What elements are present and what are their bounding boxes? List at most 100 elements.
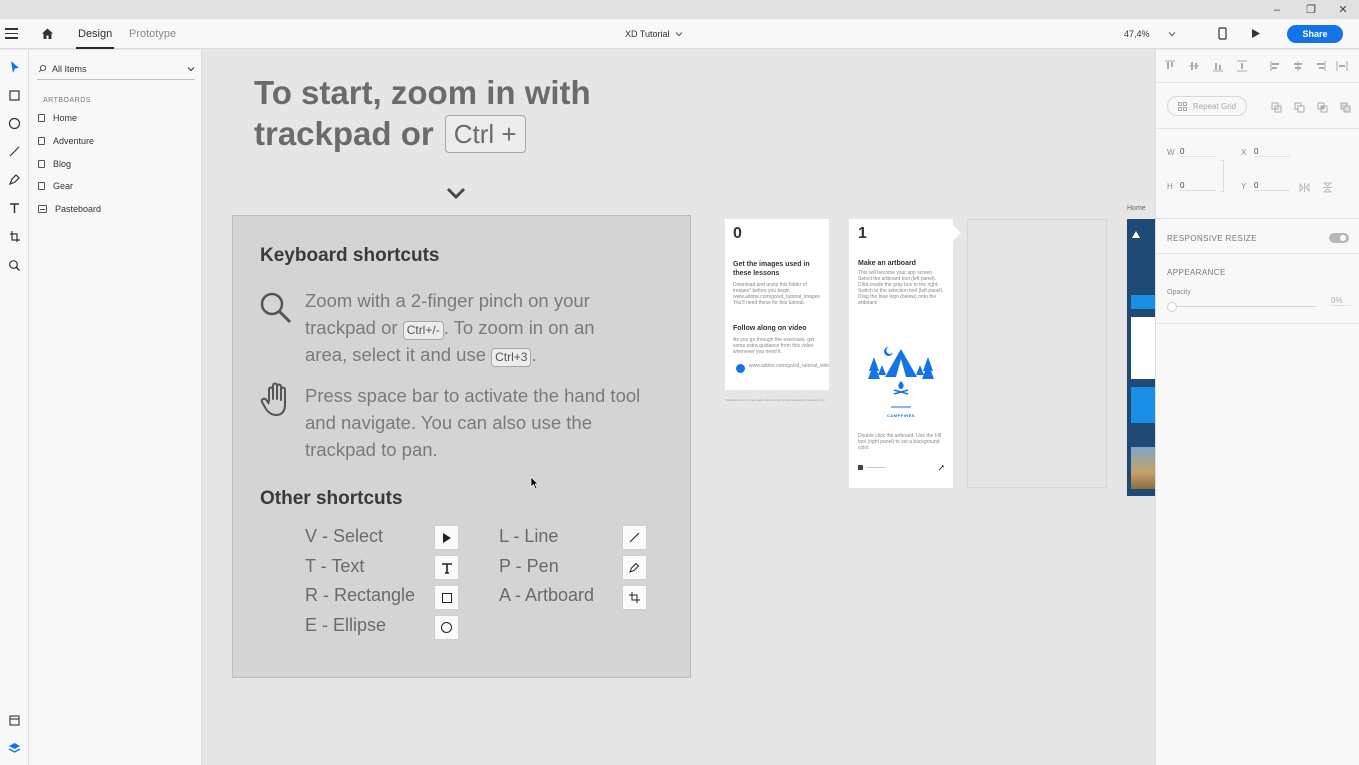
repeat-grid-button[interactable]: Repeat Grid	[1167, 96, 1247, 116]
zoom-chevron-down-icon[interactable]	[1168, 31, 1176, 37]
align-left-icon[interactable]	[1270, 60, 1282, 72]
tab-design[interactable]: Design	[75, 19, 115, 49]
responsive-resize-toggle[interactable]	[1329, 233, 1349, 243]
distribute-horizontal-icon[interactable]	[1336, 60, 1348, 72]
zoom-tool-icon[interactable]	[4, 255, 25, 276]
zoom-text-line: area, select it and use	[305, 344, 486, 365]
repeat-grid-label: Repeat Grid	[1192, 101, 1237, 111]
artboard-icon	[38, 114, 45, 122]
rectangle-shortcut-icon	[434, 585, 459, 610]
boolean-add-icon[interactable]	[1270, 101, 1282, 113]
line-tool-icon[interactable]	[4, 141, 25, 162]
shortcut-select: V - Select	[305, 526, 384, 546]
pan-text-line: and navigate. You can also use the	[305, 412, 592, 433]
artboard-icon	[38, 160, 45, 168]
hand-icon	[260, 382, 286, 416]
toggle-knob	[1340, 235, 1346, 241]
share-button[interactable]: Share	[1287, 25, 1343, 43]
document-title[interactable]: XD Tutorial	[625, 19, 683, 49]
aspect-lock-icon[interactable]	[1220, 160, 1224, 192]
width-input[interactable]: 0	[1180, 147, 1216, 157]
keyboard-shortcuts-heading: Keyboard shortcuts	[260, 245, 440, 266]
pan-instructions: Press space bar to activate the hand too…	[305, 382, 685, 463]
shortcut-rectangle: R - Rectangle	[305, 585, 416, 605]
video-link-icon	[736, 364, 745, 373]
search-icon	[38, 64, 47, 73]
layer-item-blog[interactable]: Blog	[38, 155, 71, 173]
shortcut-text: T - Text	[305, 556, 365, 576]
height-input[interactable]: 0	[1180, 181, 1216, 191]
boolean-subtract-icon[interactable]	[1293, 101, 1305, 113]
home-artboard[interactable]	[1127, 219, 1155, 496]
layers-filter-dropdown[interactable]: All Items	[37, 58, 195, 80]
opacity-value[interactable]: 0%	[1331, 296, 1351, 306]
distribute-vertical-icon[interactable]	[1236, 60, 1248, 72]
home-artboard-label[interactable]: Home	[1127, 205, 1146, 212]
shortcut-pen: P - Pen	[499, 556, 559, 576]
align-bottom-icon[interactable]	[1212, 60, 1224, 72]
campfires-logo[interactable]	[867, 341, 935, 411]
layers-panel: All Items ARTBOARDS Home Adventure Blog …	[29, 50, 202, 765]
empty-artboard-area[interactable]	[967, 219, 1107, 488]
step-1-body2: Double click the artboard. Use the Fill …	[858, 433, 942, 451]
repeat-grid-icon	[1177, 101, 1187, 111]
assets-panel-icon[interactable]	[4, 710, 25, 731]
select-shortcut-icon	[434, 525, 459, 550]
close-button[interactable]: ✕	[1320, 0, 1359, 19]
flip-horizontal-icon[interactable]	[1298, 181, 1310, 193]
layer-item-gear[interactable]: Gear	[38, 177, 73, 195]
home-hero-block	[1131, 295, 1155, 309]
pen-shortcut-icon	[622, 555, 647, 580]
text-tool-icon[interactable]	[4, 198, 25, 219]
y-input[interactable]: 0	[1254, 181, 1290, 191]
play-preview-icon[interactable]	[1251, 28, 1261, 39]
home-icon[interactable]	[41, 27, 54, 40]
opacity-slider-track[interactable]	[1172, 306, 1316, 307]
layer-item-home[interactable]: Home	[38, 109, 77, 127]
zoom-text-line: . To zoom in on an	[443, 317, 595, 338]
intro-line-1: To start, zoom in with	[254, 74, 591, 111]
artboard-step-0[interactable]: 0 Get the images used in these lessons D…	[725, 219, 829, 390]
line-shortcut-icon	[622, 525, 647, 550]
opacity-slider-handle[interactable]	[1167, 302, 1177, 312]
pen-tool-icon[interactable]	[4, 169, 25, 190]
step-0-subtitle: Follow along on video	[733, 325, 807, 332]
home-logo-icon	[1132, 231, 1140, 238]
step-0-body2: As you go through the exercises, get som…	[733, 337, 815, 355]
device-preview-icon[interactable]	[1218, 27, 1227, 40]
align-center-icon[interactable]	[1292, 60, 1304, 72]
zoom-level[interactable]: 47,4%	[1124, 19, 1150, 49]
window-titlebar: – ❐ ✕	[0, 0, 1359, 19]
artboard-tool-icon[interactable]	[4, 226, 25, 247]
align-right-icon[interactable]	[1314, 60, 1326, 72]
eyedropper-icon	[938, 464, 945, 471]
align-middle-icon[interactable]	[1188, 60, 1200, 72]
step-0-link[interactable]: www.adobe.com/go/xd_tutorial_video	[749, 363, 829, 369]
divider	[1156, 253, 1359, 254]
design-canvas[interactable]: To start, zoom in with trackpad or Ctrl …	[202, 50, 1155, 765]
layer-item-label: Pasteboard	[55, 204, 102, 214]
shortcut-line: L - Line	[499, 526, 559, 546]
rectangle-tool-icon[interactable]	[4, 85, 25, 106]
select-tool-icon[interactable]	[4, 57, 25, 78]
artboard-step-1[interactable]: 1 Make an artboard This will become your…	[849, 219, 961, 488]
artboard-shortcut-icon	[622, 585, 647, 610]
step-0-title: Get the images used in these lessons	[733, 261, 810, 277]
pan-text-line: trackpad to pan.	[305, 439, 438, 460]
hamburger-menu-icon[interactable]	[5, 28, 18, 40]
layer-item-adventure[interactable]: Adventure	[38, 132, 94, 150]
boolean-intersect-icon[interactable]	[1316, 101, 1328, 113]
layers-panel-icon[interactable]	[4, 738, 25, 759]
boolean-exclude-icon[interactable]	[1339, 101, 1351, 113]
x-input[interactable]: 0	[1254, 147, 1290, 157]
step-1-body: This will become your app screen. Select…	[858, 270, 944, 306]
height-label: H	[1167, 182, 1173, 191]
layer-item-pasteboard[interactable]: Pasteboard	[38, 200, 101, 218]
intro-line-2: trackpad or	[254, 115, 434, 152]
ellipse-tool-icon[interactable]	[4, 113, 25, 134]
flip-vertical-icon[interactable]	[1321, 181, 1333, 193]
mouse-cursor-icon	[530, 476, 539, 490]
align-top-icon[interactable]	[1164, 60, 1176, 72]
shortcut-artboard: A - Artboard	[499, 585, 595, 605]
tab-prototype[interactable]: Prototype	[129, 19, 176, 49]
